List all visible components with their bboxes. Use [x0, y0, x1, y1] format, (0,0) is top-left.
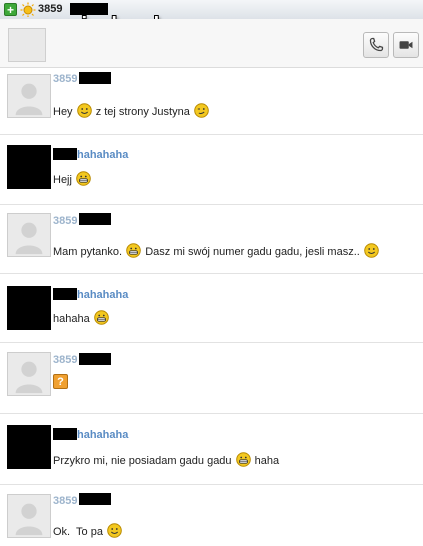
sender-name: hahahaha	[77, 429, 129, 441]
video-camera-icon	[399, 41, 413, 49]
message-text: Ok. To pa	[53, 523, 123, 538]
message-text: Mam pytanko. Dasz mi swój numer gadu gad…	[53, 243, 380, 258]
grin-smiley-icon	[93, 310, 109, 325]
phone-icon	[369, 37, 384, 52]
message-text: hahaha	[53, 310, 110, 325]
redaction-bar	[53, 288, 77, 300]
grin-smiley-icon	[76, 171, 91, 186]
sender-name: 3859	[53, 215, 78, 227]
message-text: Hejj	[53, 171, 92, 186]
sender-name: hahahaha	[77, 289, 129, 301]
avatar	[7, 213, 51, 257]
sender-name: hahahaha	[77, 149, 129, 161]
wink-smiley-icon	[194, 103, 209, 118]
call-button[interactable]	[363, 32, 389, 58]
redaction-bar	[53, 428, 77, 440]
unknown-emoticon-icon: ?	[53, 374, 68, 389]
smiley-icon	[364, 243, 379, 258]
redaction-bar	[53, 148, 77, 160]
message-item: 3859 Hey z tej strony Justyna	[0, 68, 423, 135]
sender-name: 3859	[53, 73, 78, 85]
redaction-bar	[79, 213, 111, 225]
message-item: 3859 ?	[0, 343, 423, 414]
default-avatar-icon	[15, 222, 43, 255]
sender-name: 3859	[53, 495, 78, 507]
sender-name: 3859	[53, 354, 78, 366]
redaction-bar	[79, 72, 111, 84]
message-item: hahahaha Hejj	[0, 135, 423, 205]
redaction-bar	[79, 353, 111, 365]
message-item: 3859 Ok. To pa	[0, 485, 423, 546]
grin-smiley-icon	[235, 452, 251, 467]
avatar	[7, 352, 51, 396]
grin-smiley-icon	[126, 243, 141, 258]
default-avatar-icon	[15, 503, 43, 536]
message-text: Hey z tej strony Justyna	[53, 103, 210, 118]
default-avatar-icon	[15, 83, 43, 116]
avatar	[7, 286, 51, 330]
avatar	[7, 74, 51, 118]
smiley-icon	[107, 523, 122, 538]
message-item: 3859 Mam pytanko. Dasz mi swój numer gad…	[0, 205, 423, 274]
contact-avatar	[8, 28, 46, 62]
chat-header	[0, 19, 423, 68]
message-text: Przykro mi, nie posiadam gadu gadu haha	[53, 452, 279, 467]
video-call-button[interactable]	[393, 32, 419, 58]
message-item: hahahaha Przykro mi, nie posiadam gadu g…	[0, 414, 423, 485]
smiley-icon	[76, 103, 92, 118]
default-avatar-icon	[15, 361, 43, 394]
avatar	[7, 145, 51, 189]
avatar	[7, 494, 51, 538]
message-item: hahahaha hahaha	[0, 274, 423, 343]
message-text: ?	[53, 374, 68, 389]
redaction-bar	[79, 493, 111, 505]
avatar	[7, 425, 51, 469]
